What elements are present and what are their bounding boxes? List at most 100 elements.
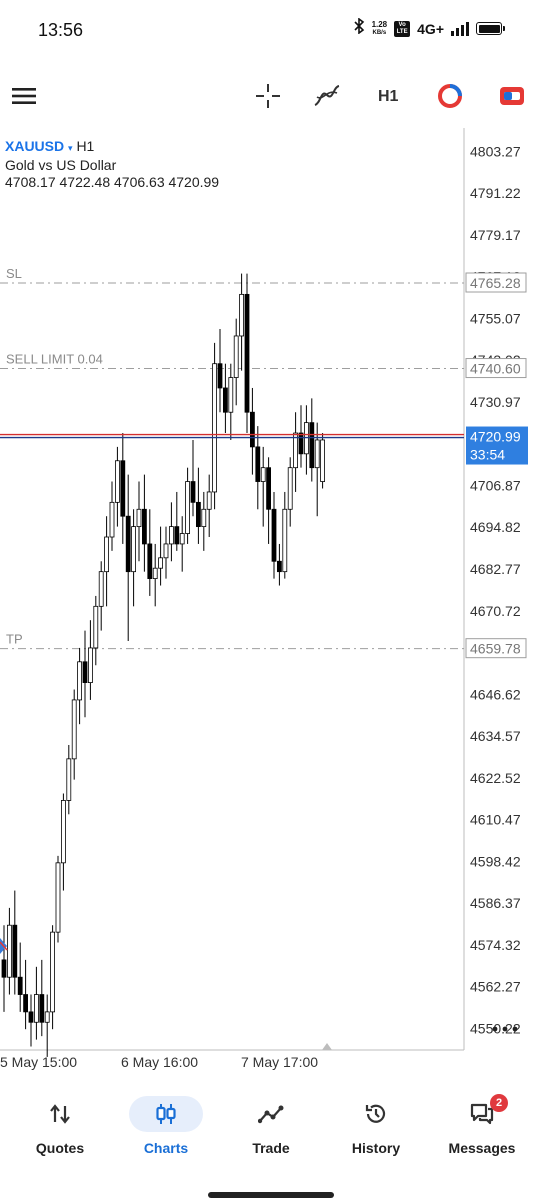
candle-body bbox=[201, 508, 207, 528]
more-dot bbox=[502, 1026, 508, 1032]
candle-body bbox=[190, 481, 196, 503]
candle-body bbox=[23, 994, 29, 1013]
charts-icon bbox=[129, 1096, 203, 1132]
status-icons: 1.28 KB/s Vo LTE 4G+ bbox=[353, 17, 505, 39]
candle-body bbox=[34, 994, 39, 1023]
time-axis-label: 6 May 16:00 bbox=[121, 1054, 198, 1070]
candle-body bbox=[17, 976, 23, 995]
level-label: TP bbox=[6, 632, 23, 647]
signal-icon bbox=[451, 21, 469, 36]
network-speed: 1.28 KB/s bbox=[371, 19, 388, 37]
clock: 13:56 bbox=[38, 20, 84, 40]
price-axis-label: 4562.27 bbox=[470, 979, 521, 995]
candle-body bbox=[12, 924, 18, 978]
price-axis-label: 4706.87 bbox=[470, 477, 521, 493]
menu-icon[interactable] bbox=[10, 82, 38, 110]
candle-body bbox=[185, 481, 191, 534]
candle-body bbox=[163, 543, 169, 559]
candle-body bbox=[255, 446, 261, 482]
ohlc-values: 4708.17 4722.48 4706.63 4720.99 bbox=[5, 174, 220, 190]
symbol-name[interactable]: XAUUSD bbox=[5, 138, 64, 154]
status-bar: 13:56 1.28 KB/s Vo LTE 4G+ bbox=[0, 0, 542, 62]
trade-icon bbox=[234, 1096, 308, 1132]
candle-body bbox=[39, 994, 45, 1023]
time-axis-label: 5 May 15:00 bbox=[0, 1054, 77, 1070]
speed-unit: KB/s bbox=[372, 29, 387, 36]
candle-body bbox=[71, 699, 77, 760]
candle-body bbox=[28, 1011, 34, 1023]
candle-body bbox=[109, 501, 115, 538]
candle-body bbox=[228, 377, 234, 413]
level-price-label: 4765.28 bbox=[470, 275, 521, 291]
price-axis-label: 4803.27 bbox=[470, 143, 521, 159]
speed-value: 1.28 bbox=[371, 19, 388, 29]
symbol-dropdown-icon[interactable]: ▾ bbox=[68, 143, 73, 153]
one-click-trading-icon[interactable] bbox=[498, 82, 526, 110]
candle-body bbox=[50, 931, 55, 1013]
level-price-label: 4740.60 bbox=[470, 361, 521, 377]
candle-body bbox=[168, 526, 174, 545]
candle-body bbox=[233, 335, 239, 378]
candle-body bbox=[309, 422, 315, 469]
price-axis-label: 4574.32 bbox=[470, 937, 521, 953]
nav-messages[interactable]: 2 Messages bbox=[432, 1092, 532, 1172]
candle-body bbox=[195, 501, 201, 528]
price-axis-label: 4682.77 bbox=[470, 561, 521, 577]
nav-label-charts: Charts bbox=[143, 1140, 189, 1156]
current-price-label: 4720.99 bbox=[470, 429, 521, 445]
candle-body bbox=[88, 647, 93, 683]
candle-body bbox=[298, 432, 304, 455]
battery-icon bbox=[476, 22, 505, 35]
candle-body bbox=[179, 533, 185, 545]
candle-body bbox=[66, 758, 72, 801]
nav-label-trade: Trade bbox=[252, 1140, 290, 1156]
price-axis-label: 4610.47 bbox=[470, 812, 521, 828]
candle-body bbox=[212, 363, 218, 493]
candle-body bbox=[314, 439, 320, 469]
nav-history[interactable]: History bbox=[326, 1092, 426, 1172]
candle-body bbox=[249, 411, 255, 448]
candle-body bbox=[206, 491, 212, 510]
nav-label-quotes: Quotes bbox=[35, 1140, 85, 1156]
home-indicator[interactable] bbox=[208, 1192, 334, 1198]
price-axis-label: 4730.97 bbox=[470, 394, 521, 410]
indicators-icon[interactable] bbox=[313, 82, 341, 110]
timeframe-button[interactable]: H1 bbox=[378, 88, 398, 106]
time-axis-label: 7 May 17:00 bbox=[241, 1054, 318, 1070]
candle-body bbox=[141, 508, 147, 545]
candle-body bbox=[131, 526, 137, 573]
candle-body bbox=[244, 293, 250, 413]
candle-body bbox=[152, 567, 158, 580]
candle-body bbox=[282, 508, 288, 573]
candle-body bbox=[147, 543, 153, 580]
nav-quotes[interactable]: Quotes bbox=[10, 1092, 110, 1172]
candle-body bbox=[125, 515, 131, 573]
candle-body bbox=[222, 387, 228, 413]
trade-toggle-icon[interactable] bbox=[436, 82, 464, 110]
volte-icon: Vo LTE bbox=[394, 20, 411, 37]
level-label: SL bbox=[6, 266, 22, 281]
quotes-icon bbox=[23, 1096, 97, 1132]
symbol-description: Gold vs US Dollar bbox=[5, 157, 117, 173]
chart-canvas[interactable]: 4803.274791.224779.174767.124755.074743.… bbox=[0, 128, 542, 1090]
candle-body bbox=[120, 460, 126, 517]
symbol-header[interactable]: XAUUSD ▾ H1 bbox=[5, 138, 94, 154]
more-dot bbox=[512, 1026, 518, 1032]
candle-body bbox=[287, 467, 293, 510]
candle-body bbox=[174, 526, 180, 545]
candle-body bbox=[61, 800, 66, 864]
price-axis-label: 4670.72 bbox=[470, 603, 521, 619]
candle-body bbox=[104, 536, 109, 573]
bluetooth-icon bbox=[353, 17, 365, 39]
network-type: 4G+ bbox=[417, 20, 444, 37]
price-axis-label: 4598.42 bbox=[470, 853, 521, 869]
symbol-timeframe: H1 bbox=[76, 138, 95, 154]
nav-charts[interactable]: Charts bbox=[116, 1092, 216, 1172]
crosshair-icon[interactable] bbox=[254, 82, 282, 110]
price-axis-label: 4634.57 bbox=[470, 728, 521, 744]
price-chart[interactable]: 4803.274791.224779.174767.124755.074743.… bbox=[0, 128, 542, 1090]
nav-label-messages: Messages bbox=[448, 1140, 516, 1156]
candle-body bbox=[115, 460, 120, 503]
nav-trade[interactable]: Trade bbox=[221, 1092, 321, 1172]
candle-body bbox=[98, 571, 104, 607]
